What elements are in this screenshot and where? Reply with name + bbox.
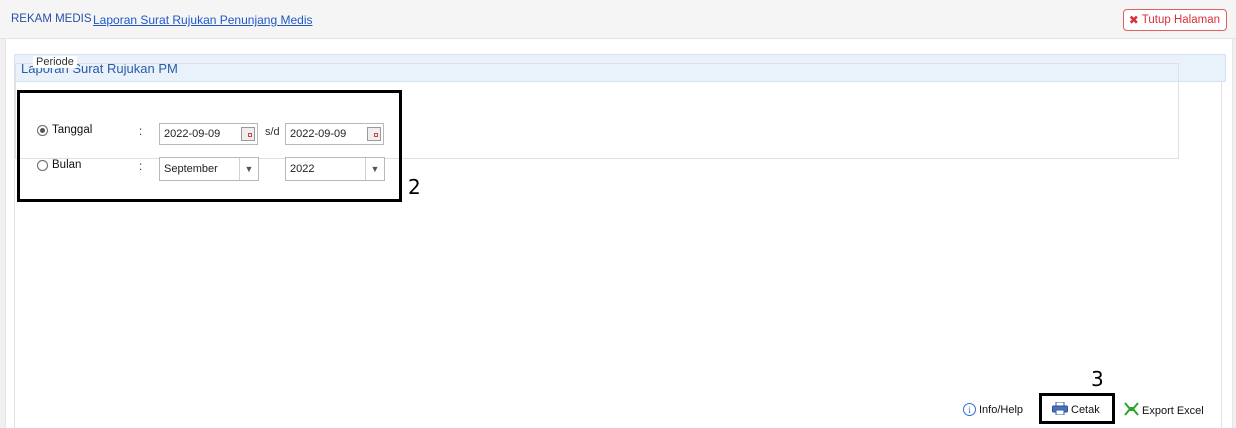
export-excel-label: Export Excel xyxy=(1142,404,1204,417)
breadcrumb-root: REKAM MEDIS xyxy=(11,13,92,25)
callout-box-periode xyxy=(17,90,402,202)
info-icon: i xyxy=(963,403,976,416)
info-help-label: Info/Help xyxy=(979,403,1024,416)
close-icon: ✖ xyxy=(1128,13,1139,27)
excel-export-icon xyxy=(1124,402,1139,419)
close-page-button[interactable]: ✖ Tutup Halaman xyxy=(1122,9,1227,31)
top-bar: REKAM MEDIS Laporan Surat Rujukan Penunj… xyxy=(0,0,1236,39)
print-button[interactable]: Cetak xyxy=(1052,401,1100,418)
periode-legend: Periode xyxy=(33,56,77,68)
printer-icon xyxy=(1052,401,1068,418)
close-page-label: Tutup Halaman xyxy=(1141,14,1220,26)
breadcrumb-current-link[interactable]: Laporan Surat Rujukan Penunjang Medis xyxy=(93,13,312,27)
export-excel-button[interactable]: Export Excel xyxy=(1124,402,1204,419)
callout-number-3: 3 xyxy=(1091,367,1104,391)
callout-number-2: 2 xyxy=(408,175,421,199)
info-help-button[interactable]: i Info/Help xyxy=(963,403,1023,416)
print-label: Cetak xyxy=(1071,404,1100,416)
